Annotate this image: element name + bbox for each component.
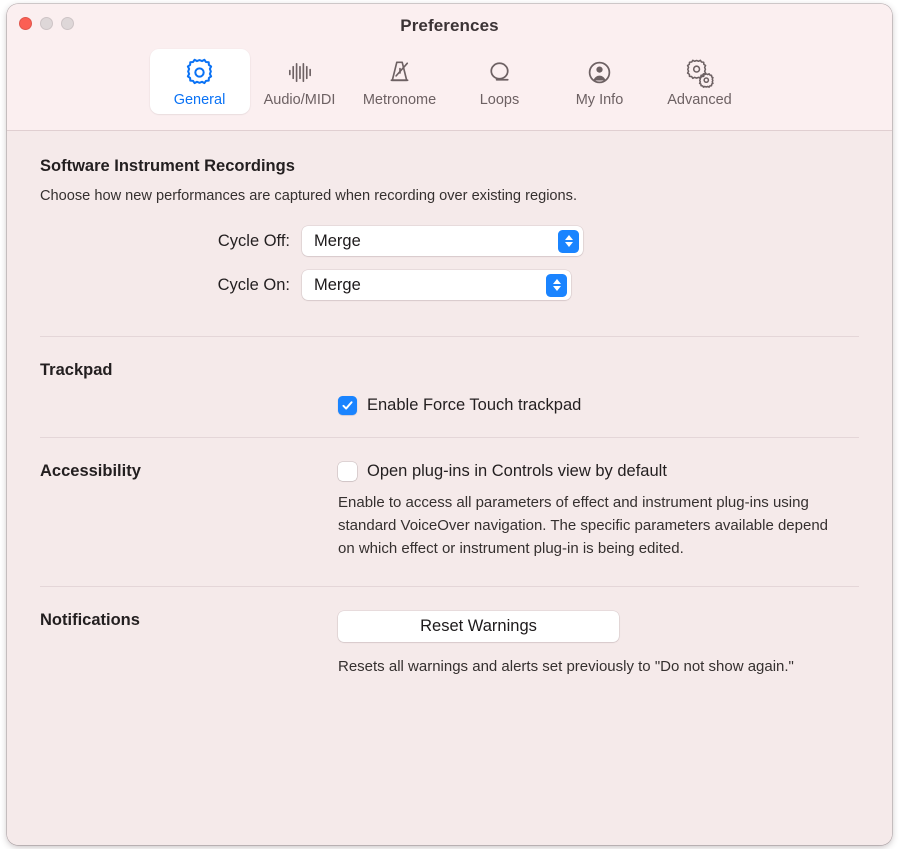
waveform-icon	[284, 56, 315, 89]
double-gear-icon	[684, 56, 715, 89]
checkbox-row-open-plugins-controls-view[interactable]: Open plug-ins in Controls view by defaul…	[338, 462, 892, 481]
preferences-tab-bar: General Audio/MIDI Metronome Loops My In…	[7, 49, 892, 114]
tab-metronome-label: Metronome	[362, 92, 437, 108]
tab-loops[interactable]: Loops	[450, 49, 550, 114]
label-cycle-on: Cycle On:	[217, 275, 290, 294]
section-title-trackpad: Trackpad	[40, 361, 113, 379]
tab-advanced-label: Advanced	[667, 92, 732, 108]
popup-button-cycle-off[interactable]: Merge	[302, 226, 583, 256]
section-title-accessibility: Accessibility	[40, 462, 141, 480]
section-description-software-instrument-recordings: Choose how new performances are captured…	[40, 188, 578, 204]
checkbox-enable-force-touch-trackpad[interactable]	[338, 396, 357, 415]
label-cycle-off: Cycle Off:	[217, 231, 290, 250]
section-trackpad: Trackpad Enable Force Touch trackpad	[7, 337, 892, 415]
section-accessibility: Accessibility Open plug-ins in Controls …	[7, 438, 892, 560]
tab-loops-label: Loops	[479, 92, 520, 108]
chevron-up-down-icon[interactable]	[558, 229, 579, 253]
chevron-up-down-icon[interactable]	[546, 273, 567, 297]
metronome-icon	[384, 56, 415, 89]
loop-icon	[484, 56, 515, 89]
tab-general[interactable]: General	[149, 49, 250, 114]
section-notifications: Notifications Reset Warnings Resets all …	[7, 587, 892, 679]
notifications-body: Reset Warnings Resets all warnings and a…	[338, 611, 892, 679]
checkbox-open-plugins-in-controls-view[interactable]	[338, 462, 357, 481]
preferences-content: Software Instrument Recordings Choose ho…	[7, 131, 892, 845]
window-title: Preferences	[400, 16, 499, 35]
section-software-instrument-recordings: Software Instrument Recordings Choose ho…	[7, 131, 892, 300]
window-toolbar: Preferences General Audio/MIDI Metronome…	[7, 4, 892, 131]
tab-metronome[interactable]: Metronome	[350, 49, 450, 114]
tab-general-label: General	[173, 92, 226, 108]
gear-icon	[184, 56, 215, 89]
preferences-window: Preferences General Audio/MIDI Metronome…	[7, 4, 892, 845]
checkbox-label-enable-force-touch-trackpad: Enable Force Touch trackpad	[367, 396, 582, 414]
popup-button-cycle-on[interactable]: Merge	[302, 270, 571, 300]
form-row-cycle-off: Cycle Off: Merge	[7, 226, 892, 256]
tab-audio-midi-label: Audio/MIDI	[263, 92, 336, 108]
notifications-description: Resets all warnings and alerts set previ…	[338, 658, 794, 676]
popup-value-cycle-off: Merge	[314, 231, 361, 250]
person-circle-icon	[584, 56, 615, 89]
tab-my-info[interactable]: My Info	[550, 49, 650, 114]
popup-value-cycle-on: Merge	[314, 275, 361, 294]
accessibility-description: Enable to access all parameters of effec…	[338, 494, 829, 557]
section-title-notifications: Notifications	[40, 611, 140, 630]
tab-advanced[interactable]: Advanced	[650, 49, 750, 114]
accessibility-body: Open plug-ins in Controls view by defaul…	[338, 462, 892, 560]
section-title-software-instrument-recordings: Software Instrument Recordings	[40, 157, 295, 175]
checkbox-label-open-plugins-in-controls-view: Open plug-ins in Controls view by defaul…	[367, 462, 667, 480]
form-row-cycle-on: Cycle On: Merge	[7, 270, 892, 300]
tab-audio-midi[interactable]: Audio/MIDI	[250, 49, 350, 114]
checkbox-row-force-touch[interactable]: Enable Force Touch trackpad	[338, 396, 892, 415]
recording-options-form: Cycle Off: Merge Cycle On: Merge	[7, 226, 892, 300]
tab-my-info-label: My Info	[575, 92, 624, 108]
reset-warnings-button[interactable]: Reset Warnings	[338, 611, 619, 643]
